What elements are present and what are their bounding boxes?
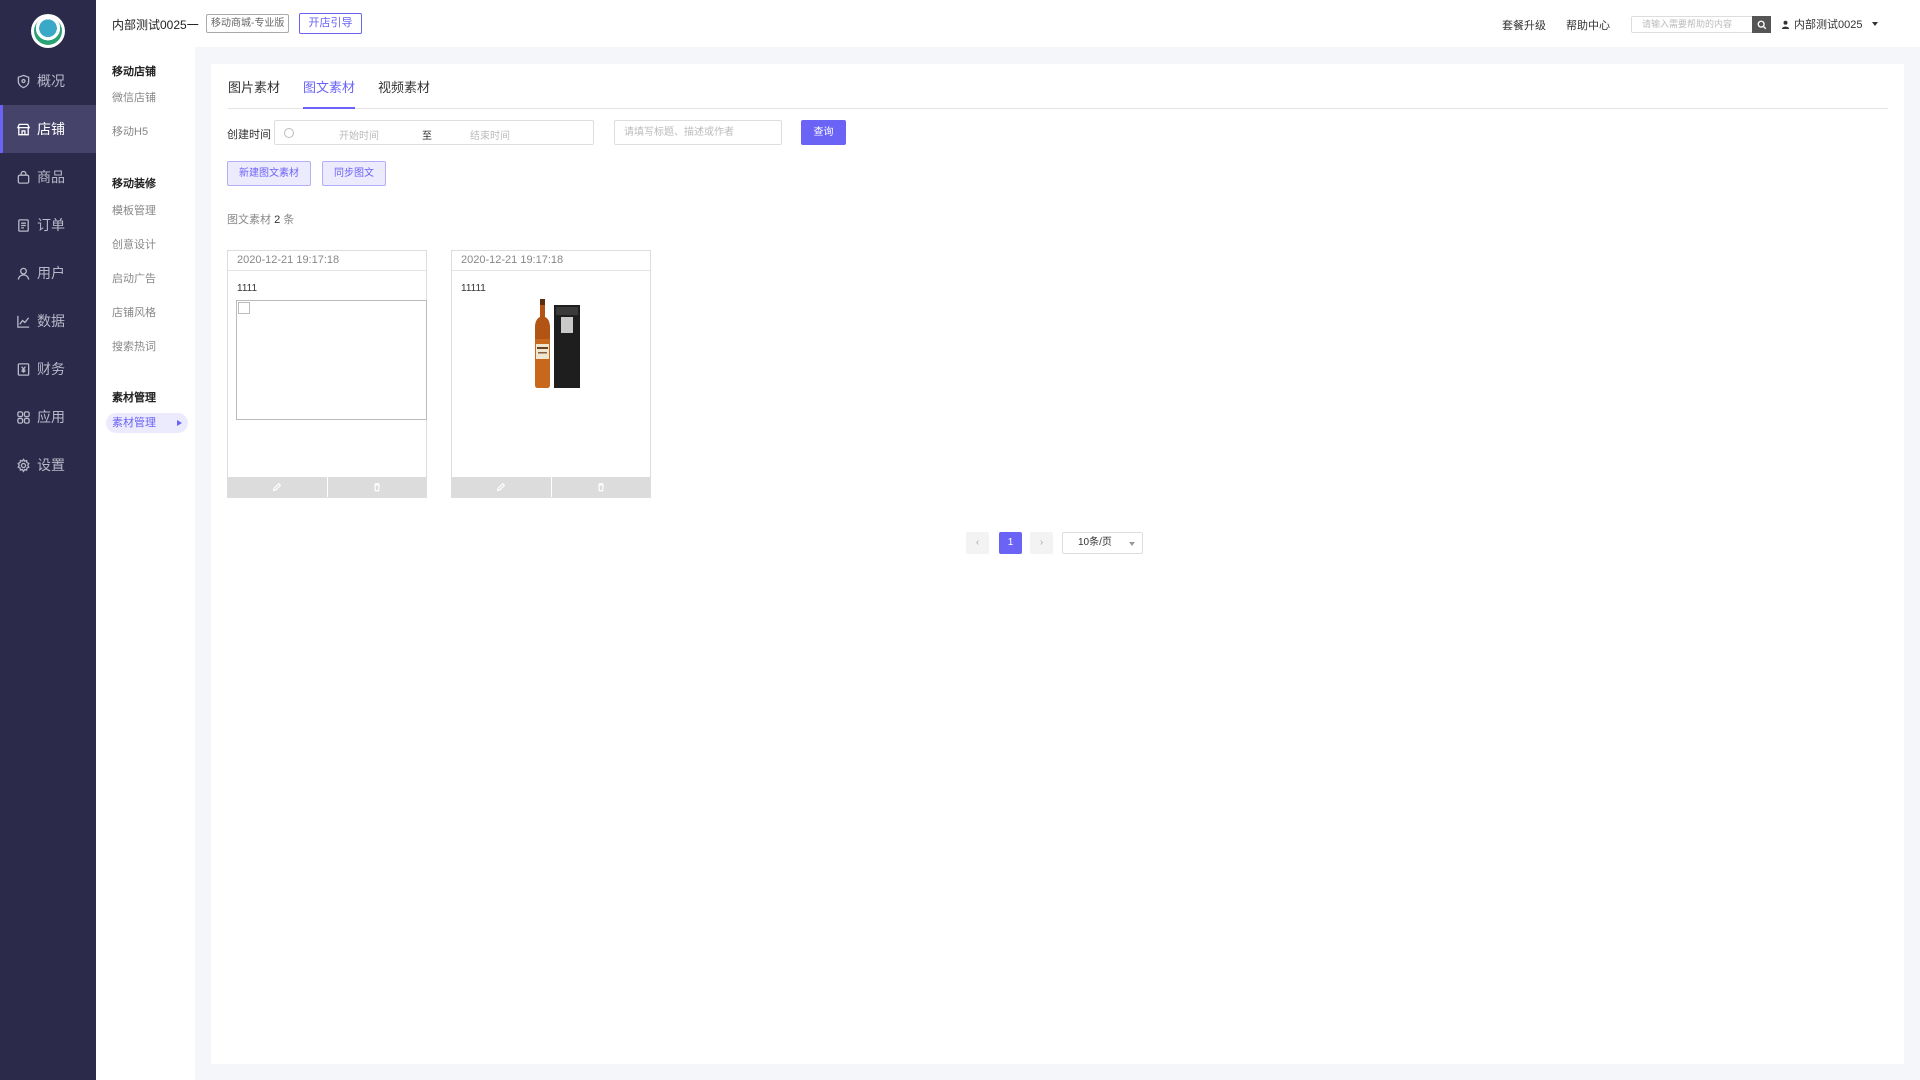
page-size-value: 10条/页 [1078, 537, 1112, 548]
edit-icon[interactable] [452, 477, 551, 497]
create-time-label: 创建时间 [227, 129, 271, 141]
sub-item-creative-design[interactable]: 创意设计 [112, 236, 156, 252]
nav-users[interactable]: 用户 [0, 249, 96, 297]
nav-store[interactable]: 店铺 [0, 105, 96, 153]
search-icon[interactable] [1752, 16, 1771, 33]
order-icon [16, 218, 31, 233]
page-number-current[interactable]: 1 [999, 532, 1022, 554]
sub-item-material-management[interactable]: 素材管理 [106, 413, 188, 433]
trash-icon[interactable] [326, 477, 427, 497]
clock-icon [284, 128, 294, 138]
help-center-link[interactable]: 帮助中心 [1566, 17, 1610, 33]
nav-label: 用户 [37, 265, 65, 281]
sub-group-title: 移动店铺 [112, 66, 156, 78]
apps-icon [16, 410, 31, 425]
tab-video-material[interactable]: 视频素材 [378, 77, 430, 109]
edition-badge: 移动商城-专业版 [206, 14, 290, 33]
nav-label: 订单 [37, 217, 65, 233]
range-separator: 至 [422, 131, 432, 142]
sub-sidebar: 移动店铺 微信店铺 移动H5 移动装修 模板管理 创意设计 启动广告 店铺风格 … [96, 47, 195, 1080]
prev-page-button[interactable]: ‹ [966, 532, 989, 554]
broken-image-icon [238, 302, 250, 314]
card-actions [228, 477, 426, 497]
bag-icon [16, 170, 31, 185]
nav-data[interactable]: 数据 [0, 297, 96, 345]
nav-label: 数据 [37, 313, 65, 329]
chevron-down-icon [1872, 22, 1879, 26]
nav-goods[interactable]: 商品 [0, 153, 96, 201]
nav-overview[interactable]: 概况 [0, 57, 96, 105]
nav-label: 概况 [37, 73, 65, 89]
card-date: 2020-12-21 19:17:18 [452, 251, 650, 271]
store-icon [16, 122, 31, 137]
plan-upgrade-link[interactable]: 套餐升级 [1502, 17, 1546, 33]
new-article-button[interactable]: 新建图文素材 [227, 161, 311, 186]
nav-settings[interactable]: 设置 [0, 441, 96, 489]
finance-icon [16, 362, 31, 377]
material-count: 图文素材 2 条 [227, 211, 294, 227]
sub-item-store-style[interactable]: 店铺风格 [112, 304, 156, 320]
nav-label: 应用 [37, 409, 65, 425]
count-value: 2 [274, 214, 281, 226]
whisky-bottle-image [535, 299, 580, 388]
date-range-picker[interactable]: 开始时间 至 结束时间 [274, 120, 594, 145]
card-cover-placeholder [236, 300, 427, 420]
nav-apps[interactable]: 应用 [0, 393, 96, 441]
sync-article-button[interactable]: 同步图文 [322, 161, 386, 186]
article-card[interactable]: 2020-12-21 19:17:18 11111 [451, 250, 651, 498]
nav-label: 店铺 [37, 121, 65, 137]
sub-item-wechat-store[interactable]: 微信店铺 [112, 89, 156, 105]
chart-icon [16, 314, 31, 329]
card-date: 2020-12-21 19:17:18 [228, 251, 426, 271]
keyword-search-input[interactable]: 请填写标题、描述或作者 [614, 120, 782, 145]
nav-orders[interactable]: 订单 [0, 201, 96, 249]
article-card[interactable]: 2020-12-21 19:17:18 1111 [227, 250, 427, 498]
card-title: 1111 [237, 283, 258, 294]
user-name: 内部测试0025 [1794, 19, 1863, 31]
nav-finance[interactable]: 财务 [0, 345, 96, 393]
card-actions [452, 477, 650, 497]
end-date-input[interactable]: 结束时间 [470, 127, 510, 142]
nav-label: 财务 [37, 361, 65, 377]
tab-article-material[interactable]: 图文素材 [303, 77, 356, 109]
sub-item-templates[interactable]: 模板管理 [112, 202, 156, 218]
brand-logo[interactable] [31, 14, 65, 48]
page-size-select[interactable]: 10条/页 [1062, 532, 1143, 554]
edit-icon[interactable] [228, 477, 327, 497]
sub-item-launch-ad[interactable]: 启动广告 [112, 270, 156, 286]
help-search-input[interactable]: 请输入需要帮助的内容 [1631, 16, 1755, 33]
user-icon [16, 266, 31, 281]
count-prefix: 图文素材 [227, 214, 271, 226]
shield-icon [16, 74, 31, 89]
next-page-button[interactable]: › [1030, 532, 1053, 554]
sub-item-hot-keywords[interactable]: 搜索热词 [112, 338, 156, 354]
sub-item-mobile-h5[interactable]: 移动H5 [112, 123, 148, 139]
trash-icon[interactable] [550, 477, 651, 497]
nav-label: 设置 [37, 457, 65, 473]
card-title: 11111 [461, 283, 486, 294]
store-guide-button[interactable]: 开店引导 [299, 13, 362, 34]
gear-icon [16, 457, 31, 473]
user-menu[interactable]: 内部测试0025 [1781, 16, 1879, 32]
tab-image-material[interactable]: 图片素材 [228, 77, 280, 109]
store-name[interactable]: 内部测试0025一 [112, 16, 199, 33]
sub-group-title: 素材管理 [112, 392, 156, 404]
start-date-input[interactable]: 开始时间 [339, 127, 379, 142]
main-sidebar: 概况 店铺 商品 订单 用户 数据 财务 应用 设置 [0, 0, 96, 1080]
top-bar: 内部测试0025一 移动商城-专业版 开店引导 套餐升级 帮助中心 请输入需要帮… [96, 0, 1920, 47]
main-content: 图片素材 图文素材 视频素材 创建时间 开始时间 至 结束时间 请填写标题、描述… [211, 64, 1904, 1064]
person-icon [1781, 20, 1790, 29]
caret-right-icon [177, 420, 182, 426]
query-button[interactable]: 查询 [801, 120, 846, 145]
count-suffix: 条 [283, 214, 295, 226]
nav-label: 商品 [37, 169, 65, 185]
chevron-down-icon [1129, 542, 1135, 546]
sub-item-label: 素材管理 [112, 417, 156, 429]
sub-group-title: 移动装修 [112, 178, 156, 190]
material-tabs: 图片素材 图文素材 视频素材 [228, 64, 1888, 109]
